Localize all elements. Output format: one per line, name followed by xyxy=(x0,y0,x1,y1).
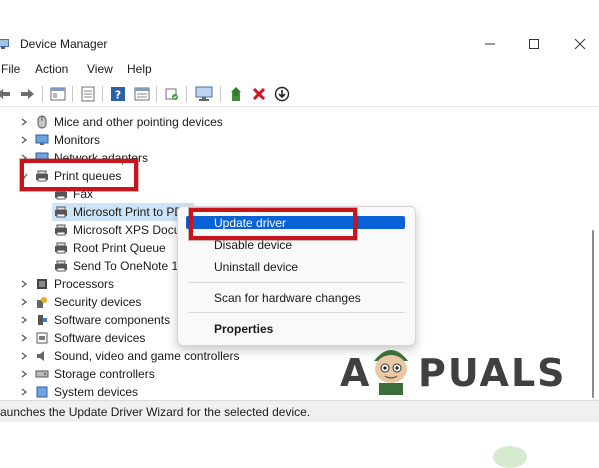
chevron-right-icon[interactable] xyxy=(19,279,29,289)
toolbar: ? xyxy=(0,82,599,107)
printer-icon xyxy=(54,205,68,219)
menu-file[interactable]: File xyxy=(1,62,20,76)
help-icon[interactable]: ? xyxy=(109,85,127,103)
tree-label: Send To OneNote 16 xyxy=(73,259,185,273)
device-manager-app-icon xyxy=(0,37,10,51)
watermark-text: PUALS xyxy=(418,351,567,395)
menu-item-scan-hardware[interactable]: Scan for hardware changes xyxy=(214,291,361,305)
tree-scrollbar[interactable] xyxy=(592,230,594,398)
uninstall-x-icon[interactable] xyxy=(250,85,268,103)
tree-node-storage-controllers[interactable]: Storage controllers xyxy=(19,365,155,383)
mouse-icon xyxy=(35,115,49,129)
svg-text:?: ? xyxy=(115,89,121,102)
tree-node-sound-video[interactable]: Sound, video and game controllers xyxy=(19,347,239,365)
menu-item-properties[interactable]: Properties xyxy=(214,322,273,336)
menu-item-uninstall-device[interactable]: Uninstall device xyxy=(214,260,298,274)
tree-label: Software components xyxy=(54,313,171,327)
tree-label: Storage controllers xyxy=(54,367,155,381)
tree-label: Processors xyxy=(54,277,115,291)
tree-node-processors[interactable]: Processors xyxy=(19,275,114,293)
security-key-icon xyxy=(35,295,49,309)
context-menu-separator xyxy=(188,282,405,283)
watermark-letter-a: A xyxy=(340,351,372,395)
tree-label: Mice and other pointing devices xyxy=(54,115,223,129)
toolbar-separator xyxy=(42,86,43,102)
close-icon[interactable] xyxy=(570,34,590,54)
software-device-icon xyxy=(35,331,49,345)
tree-node-microsoft-print-to-pdf[interactable]: Microsoft Print to PDF xyxy=(52,203,194,221)
maximize-icon[interactable] xyxy=(524,34,544,54)
tree-label: Microsoft Print to PDF xyxy=(73,205,191,219)
tree-label: Root Print Queue xyxy=(73,241,166,255)
menu-help[interactable]: Help xyxy=(127,62,152,76)
tree-node-security-devices[interactable]: Security devices xyxy=(19,293,141,311)
back-arrow-icon[interactable] xyxy=(0,85,12,103)
title-bar: Device Manager xyxy=(0,28,599,60)
printer-icon xyxy=(54,241,68,255)
chevron-right-icon[interactable] xyxy=(19,369,29,379)
tree-label: Monitors xyxy=(54,133,101,147)
printer-icon xyxy=(54,223,68,237)
view-resources-icon[interactable] xyxy=(133,85,151,103)
toolbar-separator xyxy=(72,86,73,102)
scan-hardware-icon[interactable] xyxy=(163,85,181,103)
tree-node-root-print-queue[interactable]: Root Print Queue xyxy=(54,239,166,257)
tree-node-software-devices[interactable]: Software devices xyxy=(19,329,145,347)
tree-node-software-components[interactable]: Software components xyxy=(19,311,170,329)
menu-view[interactable]: View xyxy=(87,62,113,76)
window-title: Device Manager xyxy=(20,37,108,51)
menu-item-disable-device[interactable]: Disable device xyxy=(214,238,292,252)
storage-controller-icon xyxy=(35,367,49,381)
properties-sheet-icon[interactable] xyxy=(49,85,67,103)
chevron-right-icon[interactable] xyxy=(19,117,29,127)
speaker-icon xyxy=(35,349,49,363)
tree-node-monitors[interactable]: Monitors xyxy=(19,131,100,149)
monitor-icon xyxy=(35,133,49,147)
update-driver-icon[interactable] xyxy=(228,85,246,103)
status-text: aunches the Update Driver Wizard for the… xyxy=(0,405,311,419)
chevron-right-icon[interactable] xyxy=(19,351,29,361)
monitor-icon[interactable] xyxy=(195,85,213,103)
update-driver-highlight-box xyxy=(189,208,357,240)
toolbar-separator xyxy=(186,86,187,102)
disable-device-icon[interactable] xyxy=(273,85,291,103)
show-hide-tree-icon[interactable] xyxy=(79,85,97,103)
context-menu-separator xyxy=(188,312,405,313)
system-device-icon xyxy=(35,385,49,399)
chevron-right-icon[interactable] xyxy=(19,135,29,145)
minimize-icon[interactable] xyxy=(480,34,500,54)
chevron-right-icon[interactable] xyxy=(19,387,29,397)
menu-action[interactable]: Action xyxy=(35,62,68,76)
print-queues-highlight-box xyxy=(20,159,138,191)
appuals-watermark: A PUALS xyxy=(340,335,565,415)
printer-icon xyxy=(54,259,68,273)
tree-label: System devices xyxy=(54,385,139,399)
tree-label: Security devices xyxy=(54,295,142,309)
processor-icon xyxy=(35,277,49,291)
chevron-right-icon[interactable] xyxy=(19,333,29,343)
chevron-right-icon[interactable] xyxy=(19,315,29,325)
tree-label: Sound, video and game controllers xyxy=(54,349,240,363)
tree-node-send-to-onenote[interactable]: Send To OneNote 16 xyxy=(54,257,185,275)
software-component-icon xyxy=(35,313,49,327)
decorative-blob xyxy=(493,446,527,468)
tree-label: Software devices xyxy=(54,331,146,345)
toolbar-separator xyxy=(220,86,221,102)
chevron-right-icon[interactable] xyxy=(19,297,29,307)
toolbar-separator xyxy=(156,86,157,102)
forward-arrow-icon[interactable] xyxy=(19,85,37,103)
tree-node-mice[interactable]: Mice and other pointing devices xyxy=(19,113,223,131)
tree-node-system-devices[interactable]: System devices xyxy=(19,383,138,400)
toolbar-separator xyxy=(102,86,103,102)
watermark-mascot-icon xyxy=(368,341,414,400)
